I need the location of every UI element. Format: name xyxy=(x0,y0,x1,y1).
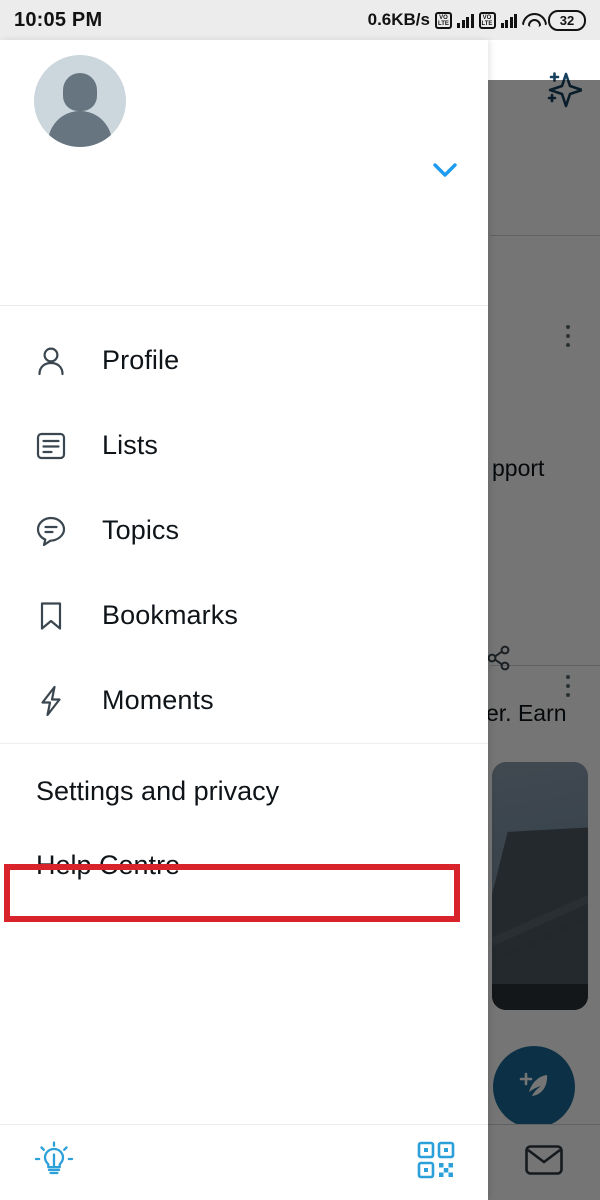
status-bar: 10:05 PM 0.6KB/s VO LTE VO LTE 32 xyxy=(0,0,600,40)
bottom-nav-bar xyxy=(488,1124,600,1200)
person-icon xyxy=(34,344,76,378)
avatar-body xyxy=(48,111,112,147)
photo-detail xyxy=(492,984,588,1010)
drawer-item-moments[interactable]: Moments xyxy=(0,658,488,743)
sparkle-icon[interactable] xyxy=(540,68,584,115)
bookmark-icon xyxy=(34,599,76,633)
drawer-item-label: Moments xyxy=(102,685,214,715)
battery-icon: 32 xyxy=(548,9,586,31)
status-icons: 0.6KB/s VO LTE VO LTE 32 xyxy=(367,9,586,31)
drawer-item-label: Bookmarks xyxy=(102,600,238,630)
avatar[interactable] xyxy=(34,55,126,147)
drawer-item-lists[interactable]: Lists xyxy=(0,403,488,488)
volte-icon: VO LTE xyxy=(435,11,452,29)
status-time: 10:05 PM xyxy=(14,8,103,31)
drawer-item-label: Topics xyxy=(102,515,180,545)
drawer-scrim[interactable] xyxy=(488,80,600,1200)
topics-icon xyxy=(34,514,76,548)
wifi-icon xyxy=(522,12,543,28)
avatar-head xyxy=(63,73,97,111)
navigation-drawer: Profile Lists Topics Bookmarks Moments S… xyxy=(0,40,488,1200)
chevron-down-icon[interactable] xyxy=(433,162,457,183)
drawer-item-label: Profile xyxy=(102,345,180,375)
drawer-item-topics[interactable]: Topics xyxy=(0,488,488,573)
more-vertical-icon[interactable] xyxy=(566,675,570,702)
signal-bars-icon xyxy=(457,12,474,28)
drawer-item-profile[interactable]: Profile xyxy=(0,318,488,403)
timeline-text-snippet: er. Earn xyxy=(486,700,567,726)
drawer-item-label: Settings and privacy xyxy=(36,775,280,806)
media-card[interactable] xyxy=(492,762,588,1010)
drawer-bottom-bar xyxy=(0,1124,488,1200)
timeline-divider xyxy=(490,235,600,236)
share-icon[interactable] xyxy=(486,645,512,676)
more-vertical-icon[interactable] xyxy=(566,325,570,352)
phone-screen: pport er. Earn 10:05 PM 0.6KB/s VO LTE V… xyxy=(0,0,600,1200)
volte-icon: VO LTE xyxy=(478,11,496,29)
drawer-item-help-centre[interactable]: Help Centre xyxy=(0,828,488,902)
drawer-item-label: Help Centre xyxy=(36,849,181,880)
signal-bars-icon xyxy=(500,12,517,28)
lightning-bolt-icon xyxy=(34,684,76,718)
drawer-spacer xyxy=(0,902,488,1124)
drawer-secondary-list: Settings and privacy Help Centre xyxy=(0,744,488,902)
timeline-text-snippet: pport xyxy=(492,455,545,481)
drawer-menu: Profile Lists Topics Bookmarks Moments xyxy=(0,306,488,743)
compose-feather-icon xyxy=(519,1072,548,1096)
drawer-account-header[interactable] xyxy=(0,40,488,305)
lightbulb-icon[interactable] xyxy=(32,1138,76,1187)
drawer-item-label: Lists xyxy=(102,430,159,460)
qr-code-icon[interactable] xyxy=(416,1140,456,1185)
list-icon xyxy=(34,429,76,463)
compose-tweet-button[interactable] xyxy=(493,1046,575,1128)
drawer-item-bookmarks[interactable]: Bookmarks xyxy=(0,573,488,658)
network-speed: 0.6KB/s xyxy=(367,10,430,29)
mail-icon[interactable] xyxy=(525,1145,563,1180)
drawer-item-settings-and-privacy[interactable]: Settings and privacy xyxy=(0,754,488,828)
